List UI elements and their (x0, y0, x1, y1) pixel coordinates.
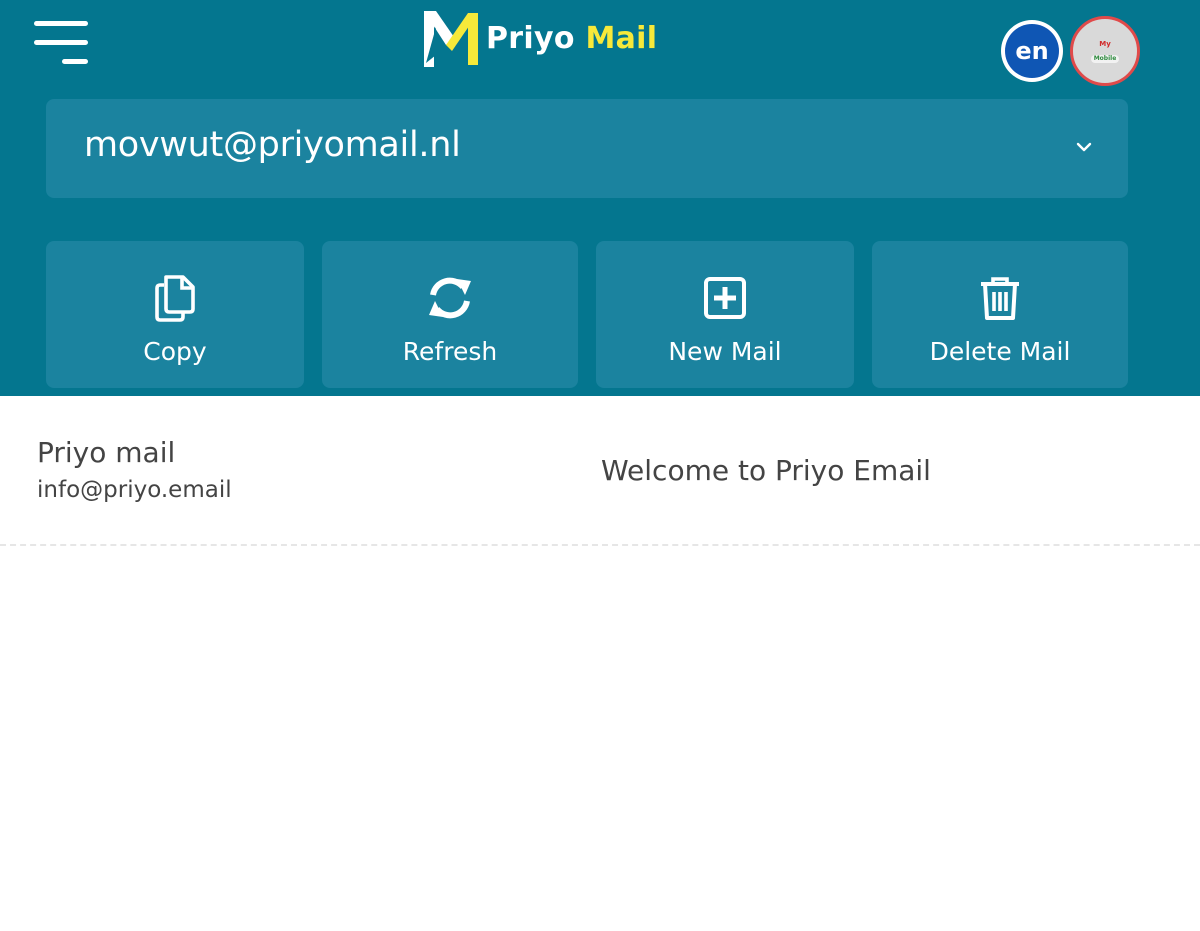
logo-m-icon (424, 11, 478, 67)
copy-icon (155, 275, 195, 322)
logo-text: Priyo Mail (486, 21, 657, 56)
refresh-button[interactable]: Refresh (322, 241, 578, 388)
trash-icon (981, 277, 1019, 320)
logo-text-mail: Mail (585, 20, 658, 56)
avatar-text-line1: My (1099, 39, 1111, 48)
avatar-text-line2: Mobile (1090, 54, 1120, 63)
logo-text-priyo: Priyo (486, 20, 575, 56)
action-bar: Copy Refresh New Mail Delete Mail (46, 241, 1128, 388)
app-header: Priyo Mail en My Mobile movwut@priyomail… (0, 0, 1200, 396)
menu-line-icon (34, 21, 88, 26)
hamburger-menu-button[interactable] (32, 20, 90, 66)
sender-name: Priyo mail (37, 436, 176, 469)
delete-mail-label: Delete Mail (929, 337, 1071, 366)
menu-line-icon (62, 59, 88, 64)
refresh-label: Refresh (402, 337, 498, 366)
sender-email: info@priyo.email (37, 477, 232, 503)
chevron-down-icon (1076, 142, 1092, 152)
new-mail-button[interactable]: New Mail (596, 241, 854, 388)
mail-subject: Welcome to Priyo Email (601, 454, 931, 487)
delete-mail-button[interactable]: Delete Mail (872, 241, 1128, 388)
email-address-selector[interactable]: movwut@priyomail.nl (46, 99, 1128, 198)
inbox-list-item[interactable]: Priyo mail info@priyo.email Welcome to P… (0, 396, 1200, 546)
plus-square-icon (704, 277, 746, 319)
new-mail-label: New Mail (668, 337, 782, 366)
app-logo[interactable]: Priyo Mail (420, 6, 657, 70)
current-email-address: movwut@priyomail.nl (84, 125, 461, 165)
menu-line-icon (34, 40, 88, 45)
copy-label: Copy (143, 337, 207, 366)
copy-button[interactable]: Copy (46, 241, 304, 388)
avatar[interactable]: My Mobile (1070, 16, 1140, 86)
language-code: en (1005, 24, 1059, 78)
language-button[interactable]: en (1001, 20, 1063, 82)
refresh-icon (429, 277, 471, 319)
